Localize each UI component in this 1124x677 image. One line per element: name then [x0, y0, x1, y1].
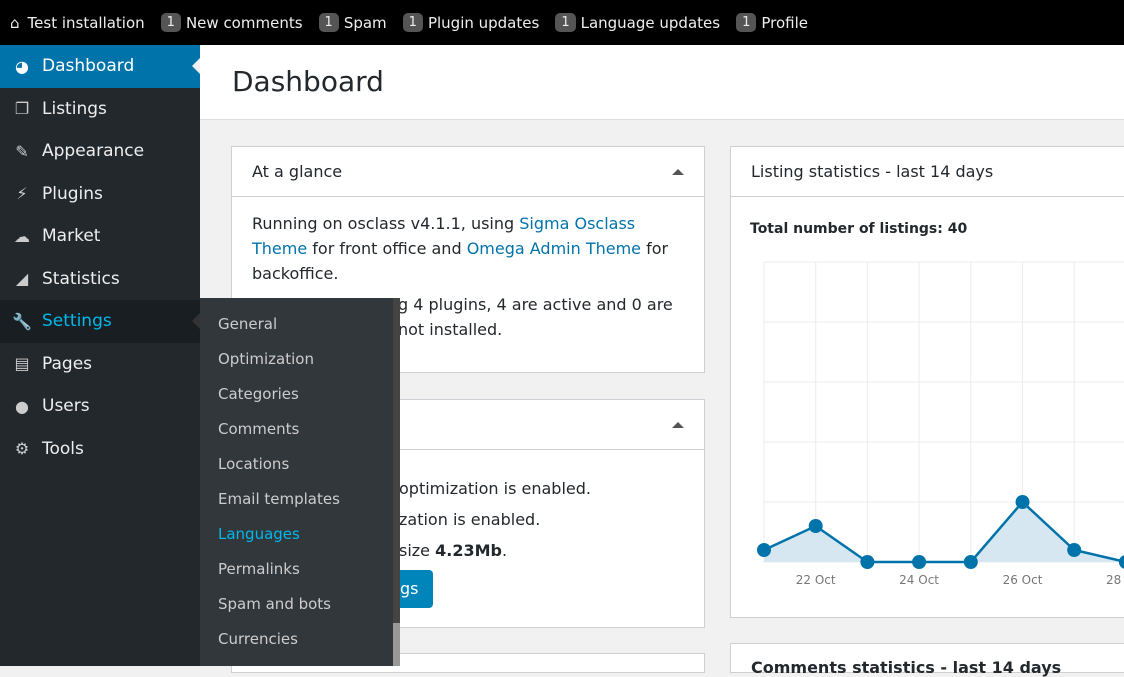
plugins-text: g 4 plugins, 4 are active and 0 are	[398, 295, 673, 314]
spam-link[interactable]: 1 Spam	[318, 13, 387, 32]
text: .	[501, 541, 508, 560]
submenu-locations[interactable]: Locations	[200, 447, 400, 482]
count-badge: 1	[160, 13, 181, 32]
sidebar-item-tools[interactable]: ⚙ Tools	[0, 428, 200, 471]
admin-theme-link[interactable]: Omega Admin Theme	[467, 239, 641, 258]
new-comments-link[interactable]: 1 New comments	[160, 13, 303, 32]
data-point	[1118, 555, 1124, 569]
data-point	[860, 555, 875, 569]
plugin-updates-link[interactable]: 1 Plugin updates	[402, 13, 540, 32]
admin-bar: ⌂ Test installation 1 New comments 1 Spam 1…	[0, 0, 1124, 45]
sidebar-item-users[interactable]: ● Users	[0, 385, 200, 428]
label: Dashboard	[42, 56, 135, 77]
sidebar-item-dashboard[interactable]: ◕ Dashboard	[0, 45, 200, 88]
listings-icon: ❐	[14, 99, 30, 119]
submenu-scrollbar[interactable]	[393, 298, 400, 666]
submenu-languages[interactable]: Languages	[200, 517, 400, 552]
label: Language updates	[580, 13, 721, 32]
sidebar-item-settings[interactable]: 🔧 Settings	[0, 300, 200, 343]
label: Market	[42, 226, 101, 247]
text: size	[399, 541, 436, 560]
count-badge: 1	[402, 13, 423, 32]
submenu-general[interactable]: General	[200, 307, 400, 342]
gears-icon: ⚙	[14, 439, 30, 459]
submenu-categories[interactable]: Categories	[200, 377, 400, 412]
chart-icon: ◢	[15, 269, 29, 289]
box-title: At a glance	[252, 162, 343, 181]
page-icon: ▤	[14, 354, 30, 374]
label: Tools	[42, 438, 84, 459]
sidebar-item-appearance[interactable]: ✎ Appearance	[0, 130, 200, 173]
label: Plugin updates	[427, 13, 540, 32]
data-point	[757, 543, 771, 557]
text: optimization is enabled.	[399, 479, 591, 498]
comments-stats-box: Comments statistics - last 14 days	[730, 643, 1124, 677]
plug-icon: ⚡	[16, 184, 28, 204]
label: Settings	[42, 311, 112, 332]
collapse-icon[interactable]	[672, 169, 684, 175]
sidebar-item-statistics[interactable]: ◢ Statistics	[0, 258, 200, 301]
data-point	[963, 555, 978, 569]
label: Spam	[343, 13, 387, 32]
label: Plugins	[42, 183, 103, 204]
box-title: Comments statistics - last 14 days	[751, 658, 1062, 677]
cloud-download-icon: ☁	[14, 226, 30, 246]
submenu-currencies[interactable]: Currencies	[200, 622, 400, 657]
sidebar-item-pages[interactable]: ▤ Pages	[0, 343, 200, 386]
x-tick-label: 26 Oct	[1003, 573, 1043, 587]
label: Users	[42, 396, 90, 417]
count-badge: 1	[318, 13, 339, 32]
language-updates-link[interactable]: 1 Language updates	[555, 13, 720, 32]
size-value: 4.23Mb	[435, 541, 502, 560]
label: Statistics	[42, 268, 120, 289]
x-tick-label: 28 Oct	[1106, 573, 1124, 587]
count-badge: 1	[736, 13, 757, 32]
wrench-icon: 🔧	[12, 311, 32, 331]
dashboard-icon: ◕	[15, 56, 29, 76]
settings-submenu: General Optimization Categories Comments…	[200, 298, 400, 666]
profile-link[interactable]: 1 Profile	[736, 13, 808, 32]
submenu-permalinks[interactable]: Permalinks	[200, 552, 400, 587]
sidebar-item-market[interactable]: ☁ Market	[0, 215, 200, 258]
data-point	[1015, 495, 1030, 509]
user-icon: ●	[15, 396, 29, 416]
label: Listings	[42, 98, 107, 119]
page-header: Dashboard	[200, 45, 1124, 120]
sidebar: ◕ Dashboard ❐ Listings ✎ Appearance ⚡ Plugin…	[0, 45, 200, 666]
site-link[interactable]: ⌂ Test installation	[10, 14, 145, 32]
plugins-text-2: not installed.	[398, 320, 503, 339]
text: Running on osclass v4.1.1, using	[252, 214, 520, 233]
submenu-optimization[interactable]: Optimization	[200, 342, 400, 377]
collapse-icon[interactable]	[672, 422, 684, 428]
home-icon: ⌂	[10, 13, 20, 32]
label: Pages	[42, 353, 93, 374]
count-badge: 1	[555, 13, 576, 32]
label: New comments	[185, 13, 303, 32]
sidebar-item-plugins[interactable]: ⚡ Plugins	[0, 173, 200, 216]
sidebar-item-listings[interactable]: ❐ Listings	[0, 88, 200, 131]
data-point	[912, 555, 927, 569]
brush-icon: ✎	[15, 141, 29, 161]
label: Appearance	[42, 141, 145, 162]
site-name: Test installation	[27, 13, 145, 32]
label: Profile	[761, 13, 808, 32]
listing-stats-box: Listing statistics - last 14 days Total …	[730, 146, 1124, 618]
submenu-email-templates[interactable]: Email templates	[200, 482, 400, 517]
listing-chart: 22 Oct 24 Oct 26 Oct 28 Oct	[757, 261, 1124, 587]
data-point	[808, 519, 823, 533]
data-point	[1067, 543, 1082, 557]
text: zation is enabled.	[399, 510, 541, 529]
x-tick-label: 24 Oct	[899, 573, 939, 587]
x-tick-label: 22 Oct	[796, 573, 836, 587]
text: for front office and	[307, 239, 467, 258]
submenu-comments[interactable]: Comments	[200, 412, 400, 447]
page-title: Dashboard	[232, 65, 384, 98]
submenu-spam-and-bots[interactable]: Spam and bots	[200, 587, 400, 622]
